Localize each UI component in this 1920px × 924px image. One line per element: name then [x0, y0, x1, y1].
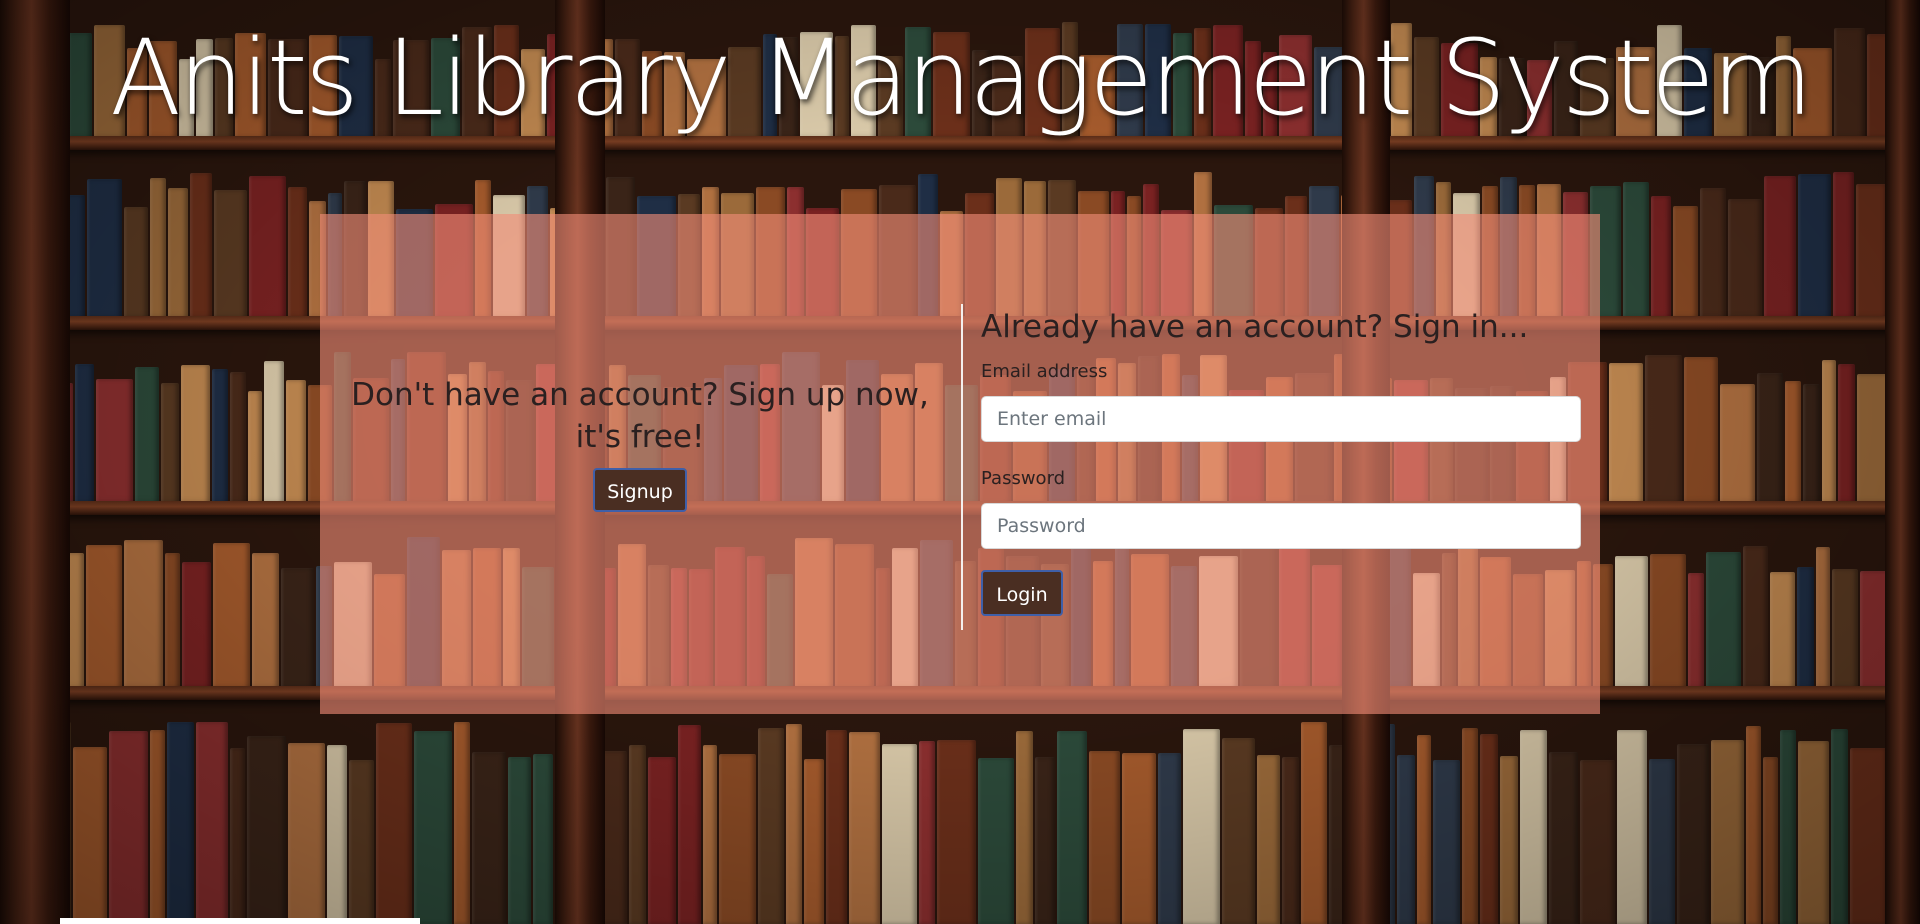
vertical-divider — [961, 304, 963, 630]
signin-heading: Already have an account? Sign in... — [981, 309, 1529, 345]
email-field[interactable] — [981, 396, 1581, 442]
bottom-strip — [60, 918, 420, 924]
signup-button[interactable]: Signup — [593, 468, 687, 512]
password-label: Password — [981, 468, 1066, 489]
email-label: Email address — [981, 361, 1108, 382]
signup-prompt: Don't have an account? Sign up now, it's… — [351, 377, 929, 455]
auth-panel: Don't have an account? Sign up now, it's… — [320, 214, 1600, 714]
page-title: Anits Library Management System — [109, 17, 1813, 139]
login-button[interactable]: Login — [981, 570, 1063, 616]
signup-section: Don't have an account? Sign up now, it's… — [320, 214, 960, 714]
password-field[interactable] — [981, 503, 1581, 549]
